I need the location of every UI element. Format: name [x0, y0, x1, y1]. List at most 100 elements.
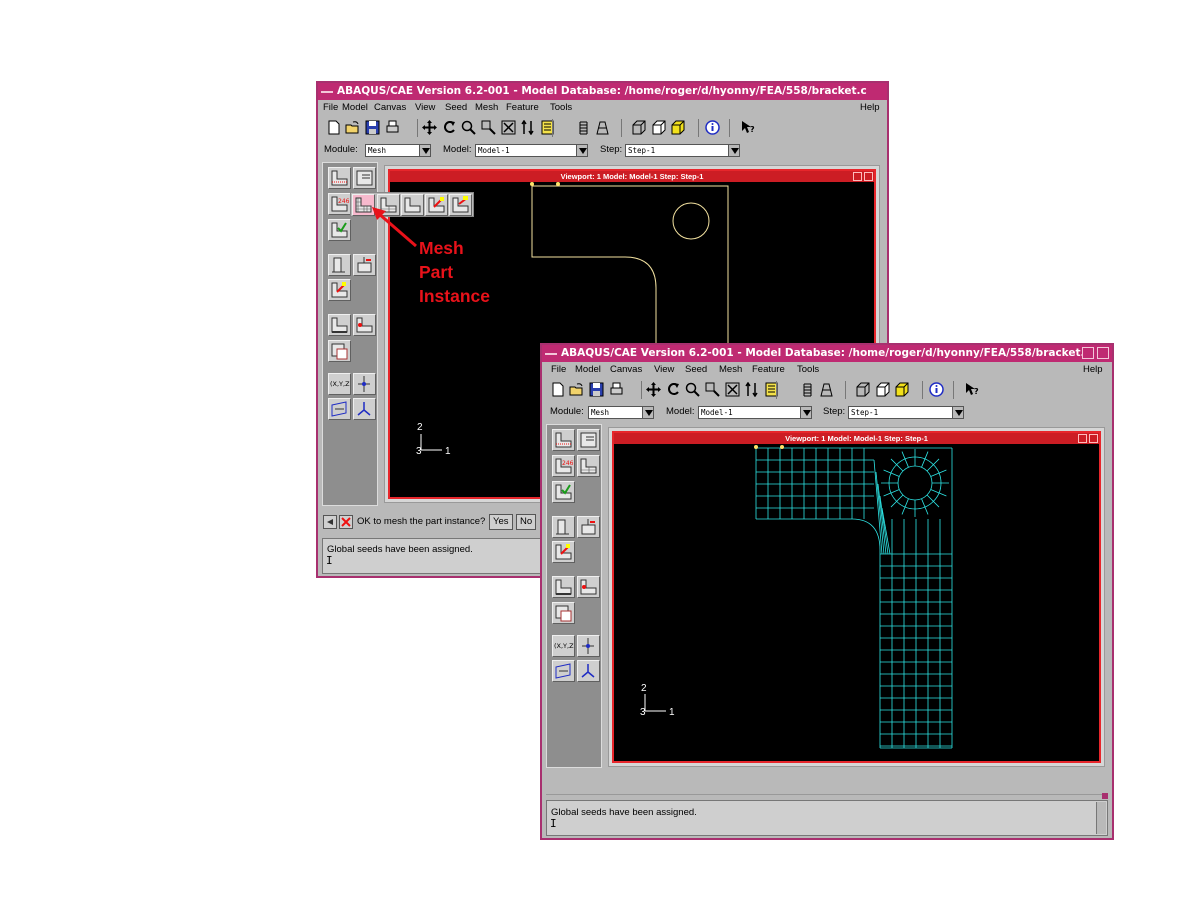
auto-fit-icon[interactable]: [501, 120, 516, 135]
chevron-down-icon[interactable]: [576, 144, 588, 157]
menu-canvas[interactable]: Canvas: [374, 101, 406, 115]
wireframe-icon[interactable]: [631, 120, 646, 135]
create-datum-csys-button[interactable]: [577, 660, 600, 682]
chevron-down-icon[interactable]: [800, 406, 812, 419]
shaded-icon[interactable]: [894, 382, 909, 397]
message-scrollbar[interactable]: [1096, 802, 1106, 834]
cycle-views-icon[interactable]: [744, 382, 759, 397]
virtual-topology-button[interactable]: [552, 541, 575, 563]
window-minimize-icon[interactable]: [1082, 347, 1094, 359]
hidden-line-icon[interactable]: [651, 120, 666, 135]
menu-help[interactable]: Help: [860, 101, 880, 115]
canvas[interactable]: 2 3 1: [614, 444, 1099, 761]
create-partition-button[interactable]: [552, 516, 575, 538]
chevron-down-icon[interactable]: [642, 406, 654, 419]
viewport-close-icon[interactable]: [1089, 434, 1098, 443]
chevron-down-icon[interactable]: [728, 144, 740, 157]
delete-part-mesh-button[interactable]: [425, 194, 448, 216]
cancel-x-icon[interactable]: [339, 515, 353, 529]
menu-feature[interactable]: Feature: [752, 363, 785, 377]
save-icon[interactable]: [589, 382, 604, 397]
wireframe-icon[interactable]: [855, 382, 870, 397]
pan-icon[interactable]: [422, 120, 437, 135]
step-select[interactable]: Step-1: [848, 406, 964, 419]
seed-edge-button[interactable]: [577, 429, 600, 451]
associate-mesh-button[interactable]: [577, 576, 600, 598]
create-datum-axis-button[interactable]: [353, 373, 376, 395]
pan-icon[interactable]: [646, 382, 661, 397]
viewport[interactable]: Viewport: 1 Model: Model-1 Step: Step-1 …: [612, 431, 1101, 763]
menu-model[interactable]: Model: [342, 101, 368, 115]
no-button[interactable]: No: [516, 514, 537, 530]
magnify-icon[interactable]: [461, 120, 476, 135]
create-partition-button[interactable]: [328, 254, 351, 276]
menu-seed[interactable]: Seed: [685, 363, 707, 377]
menu-file[interactable]: File: [323, 101, 338, 115]
zoom-box-icon[interactable]: [481, 120, 496, 135]
virtual-topology-button[interactable]: [328, 279, 351, 301]
new-icon[interactable]: [550, 382, 565, 397]
help-pointer-icon[interactable]: ?: [964, 382, 979, 397]
window-menu-icon[interactable]: [545, 353, 557, 355]
menu-feature[interactable]: Feature: [506, 101, 539, 115]
auto-fit-icon[interactable]: [725, 382, 740, 397]
module-select[interactable]: Mesh: [588, 406, 654, 419]
render-style-icon[interactable]: [576, 120, 591, 135]
create-datum-axis-button[interactable]: [577, 635, 600, 657]
menu-tools[interactable]: Tools: [550, 101, 572, 115]
info-icon[interactable]: [705, 120, 720, 135]
menu-view[interactable]: View: [415, 101, 435, 115]
create-datum-point-button[interactable]: (X,Y,Z): [328, 373, 351, 395]
menu-canvas[interactable]: Canvas: [610, 363, 642, 377]
edit-mesh-button[interactable]: [552, 576, 575, 598]
cycle-views-icon[interactable]: [520, 120, 535, 135]
new-icon[interactable]: [326, 120, 341, 135]
viewport-close-icon[interactable]: [864, 172, 873, 181]
verify-mesh-button[interactable]: [552, 481, 575, 503]
query-element-button[interactable]: [328, 340, 351, 362]
render-style-icon[interactable]: [800, 382, 815, 397]
chevron-down-icon[interactable]: [419, 144, 431, 157]
query-element-button[interactable]: [552, 602, 575, 624]
create-datum-csys-button[interactable]: [353, 398, 376, 420]
create-datum-plane-button[interactable]: [552, 660, 575, 682]
mesh-part-instance-tool[interactable]: [577, 455, 600, 477]
perspective-icon[interactable]: [595, 120, 610, 135]
resize-handle-icon[interactable]: [1102, 793, 1108, 799]
menu-mesh[interactable]: Mesh: [475, 101, 498, 115]
assign-mesh-controls-button[interactable]: 246: [328, 193, 351, 215]
menu-view[interactable]: View: [654, 363, 674, 377]
open-icon[interactable]: [569, 382, 584, 397]
perspective-icon[interactable]: [819, 382, 834, 397]
back-arrow-icon[interactable]: [323, 515, 337, 529]
delete-instance-mesh-button[interactable]: [449, 194, 472, 216]
rotate-icon[interactable]: [666, 382, 681, 397]
seed-part-instance-button[interactable]: [552, 429, 575, 451]
info-icon[interactable]: [929, 382, 944, 397]
window-maximize-icon[interactable]: [1097, 347, 1109, 359]
magnify-icon[interactable]: [685, 382, 700, 397]
associate-mesh-button[interactable]: [353, 314, 376, 336]
print-icon[interactable]: [609, 382, 624, 397]
create-datum-plane-button[interactable]: [328, 398, 351, 420]
create-datum-point-button[interactable]: (X,Y,Z): [552, 635, 575, 657]
menu-seed[interactable]: Seed: [445, 101, 467, 115]
menu-help[interactable]: Help: [1083, 363, 1103, 377]
abaqus-window-front[interactable]: ABAQUS/CAE Version 6.2-001 - Model Datab…: [540, 343, 1114, 840]
viewport-title-bar[interactable]: Viewport: 1 Model: Model-1 Step: Step-1: [390, 171, 874, 182]
module-select[interactable]: Mesh: [365, 144, 431, 157]
assign-mesh-controls-button[interactable]: 246: [552, 455, 575, 477]
hidden-line-icon[interactable]: [875, 382, 890, 397]
save-icon[interactable]: [365, 120, 380, 135]
shaded-icon[interactable]: [670, 120, 685, 135]
yes-button[interactable]: Yes: [489, 514, 513, 530]
help-pointer-icon[interactable]: ?: [740, 120, 755, 135]
rotate-icon[interactable]: [442, 120, 457, 135]
viewport-minimize-icon[interactable]: [1078, 434, 1087, 443]
edit-mesh-button[interactable]: [328, 314, 351, 336]
print-icon[interactable]: [385, 120, 400, 135]
menu-mesh[interactable]: Mesh: [719, 363, 742, 377]
model-select[interactable]: Model-1: [475, 144, 588, 157]
menu-model[interactable]: Model: [575, 363, 601, 377]
menu-tools[interactable]: Tools: [797, 363, 819, 377]
